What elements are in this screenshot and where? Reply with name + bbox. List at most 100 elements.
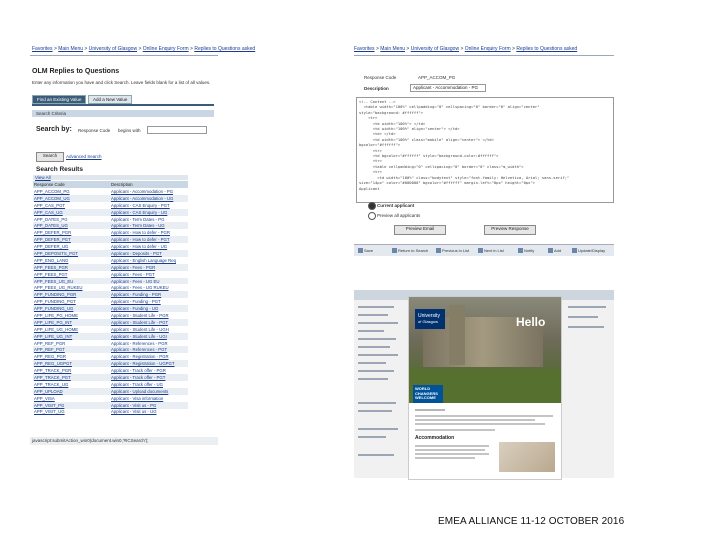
table-row[interactable]: APP_FEES_UG_RUKEU Applicant - Fees - UG R… [33, 284, 188, 291]
description-cell[interactable]: Applicant - How to defer - UG [110, 243, 188, 250]
description-cell[interactable]: Applicant - Fees - UG RUKEU [110, 284, 188, 291]
description-cell[interactable]: Applicant - Upload documents [110, 387, 188, 395]
description-cell[interactable]: Applicant - Student Life - UGI [110, 332, 188, 340]
description-cell[interactable]: Applicant - Term Dates - PG [110, 216, 188, 223]
table-row[interactable]: APP_DEFER_PGR Applicant - How to defer - … [33, 229, 188, 236]
table-row[interactable]: APP_TRACK_PGT Applicant - Track offer - P… [33, 374, 188, 381]
next-in-list-button[interactable]: Next in List [478, 248, 504, 254]
description-cell[interactable]: Applicant - Fees - PGT [110, 271, 188, 278]
response-code-cell[interactable]: APP_FEES_UG_RUKEU [33, 284, 110, 291]
response-code-cell[interactable]: APP_LIFE_PG_HOME [33, 312, 110, 319]
description-cell[interactable]: Applicant - Registration - UGPGT [110, 360, 188, 368]
table-row[interactable]: APP_DEFER_PGT Applicant - How to defer - … [33, 236, 188, 244]
breadcrumb-item[interactable]: University of Glasgow [411, 46, 459, 52]
table-row[interactable]: APP_VISIT_UG Applicant - Visit us - UG [33, 409, 188, 416]
description-cell[interactable]: Applicant - Funding - UG [110, 305, 188, 313]
table-row[interactable]: APP_LIFE_PG_INT Applicant - Student Life … [33, 318, 188, 326]
response-code-cell[interactable]: APP_DATES_PG [33, 216, 110, 223]
description-cell[interactable]: Applicant - English Language Req [110, 257, 188, 264]
table-row[interactable]: APP_DEPOSITS_PGT Applicant - Deposits - P… [33, 250, 188, 257]
response-code-cell[interactable]: APP_CAS_UG [33, 208, 110, 216]
breadcrumb-item[interactable]: Replies to Questions asked [516, 46, 577, 52]
response-code-cell[interactable]: APP_TRACK_PGR [33, 367, 110, 374]
description-cell[interactable]: Applicant - Funding - PGR [110, 291, 188, 299]
table-row[interactable]: APP_FUNDING_PGR Applicant - Funding - PGR [33, 291, 188, 299]
breadcrumb-item[interactable]: Online Enquiry Form [465, 46, 511, 52]
response-code-cell[interactable]: APP_UPLOAD [33, 387, 110, 395]
description-cell[interactable]: Applicant - How to defer - PGT [110, 236, 188, 244]
response-code-cell[interactable]: APP_FUNDING_UG [33, 305, 110, 313]
response-code-cell[interactable]: APP_LIFE_UG_INT [33, 332, 110, 340]
description-cell[interactable]: Applicant - Term Dates - UG [110, 222, 188, 230]
description-cell[interactable]: Applicant - Funding - PGT [110, 298, 188, 305]
response-code-cell[interactable]: APP_DEFER_UG [33, 243, 110, 250]
radio-preview-all[interactable] [368, 212, 376, 220]
description-cell[interactable]: Applicant - References - PGT [110, 346, 188, 354]
response-code-cell[interactable]: APP_VISIT_UG [33, 409, 110, 416]
advanced-search-link[interactable]: Advanced Search [66, 154, 102, 159]
operator-select[interactable]: begins with [118, 128, 141, 133]
table-row[interactable]: APP_DATES_PG Applicant - Term Dates - PG [33, 216, 188, 223]
table-row[interactable]: APP_DATES_UG Applicant - Term Dates - UG [33, 222, 188, 230]
breadcrumb-item[interactable]: Main Menu [58, 46, 83, 52]
table-row[interactable]: APP_UPLOAD Applicant - Upload documents [33, 387, 188, 395]
response-code-cell[interactable]: APP_LIFE_PG_INT [33, 318, 110, 326]
table-row[interactable]: APP_DEFER_UG Applicant - How to defer - U… [33, 243, 188, 250]
description-cell[interactable]: Applicant - CAS Enquiry - PGT [110, 202, 188, 209]
response-code-cell[interactable]: APP_TRACK_PGT [33, 374, 110, 381]
response-code-cell[interactable]: APP_FUNDING_PGR [33, 291, 110, 299]
table-row[interactable]: APP_REF_PGT Applicant - References - PGT [33, 346, 188, 354]
description-cell[interactable]: Applicant - Visit us - PG [110, 401, 188, 409]
description-cell[interactable]: Applicant - Visa information [110, 395, 188, 402]
response-code-cell[interactable]: APP_ACCOM_UG [33, 194, 110, 202]
breadcrumb-item[interactable]: Main Menu [380, 46, 405, 52]
response-code-cell[interactable]: APP_TRACK_UG [33, 381, 110, 388]
response-code-cell[interactable]: APP_FUNDING_PGT [33, 298, 110, 305]
description-cell[interactable]: Applicant - References - PGR [110, 340, 188, 347]
search-button[interactable]: Search [36, 152, 64, 162]
table-row[interactable]: APP_REF_PGR Applicant - References - PGR [33, 340, 188, 347]
response-code-cell[interactable]: APP_VISIT_PG [33, 401, 110, 409]
table-row[interactable]: APP_ENG_LANG Applicant - English Language… [33, 257, 188, 264]
table-row[interactable]: APP_CAS_UG Applicant - CAS Enquiry - UG [33, 208, 188, 216]
response-code-cell[interactable]: APP_FEES_PGT [33, 271, 110, 278]
breadcrumb-item[interactable]: Favorites [32, 46, 53, 52]
description-cell[interactable]: Applicant - Fees - PGR [110, 263, 188, 271]
table-row[interactable]: APP_FEES_UG_EU Applicant - Fees - UG EU [33, 277, 188, 285]
response-code-cell[interactable]: APP_FEES_PGR [33, 263, 110, 271]
description-cell[interactable]: Applicant - Student Life - PGR [110, 312, 188, 319]
column-header-response-code[interactable]: Response Code [33, 181, 110, 188]
response-code-cell[interactable]: APP_REG_UGPGT [33, 360, 110, 368]
html-editor[interactable]: <!-- Content --> <table width="100%" cel… [356, 97, 614, 203]
response-code-cell[interactable]: APP_REG_PGR [33, 353, 110, 360]
response-code-cell[interactable]: APP_LIFE_UG_HOME [33, 326, 110, 333]
notify-button[interactable]: Notify [518, 248, 534, 254]
search-input[interactable] [147, 126, 207, 134]
update-display-button[interactable]: Update/Display [572, 248, 605, 254]
description-cell[interactable]: Applicant - Student Life - PGT [110, 318, 188, 326]
breadcrumb-item[interactable]: Replies to Questions asked [194, 46, 255, 52]
add-button[interactable]: Add [548, 248, 561, 254]
description-cell[interactable]: Applicant - How to defer - PGR [110, 229, 188, 236]
description-cell[interactable]: Applicant - Track offer - PGR [110, 367, 188, 374]
description-cell[interactable]: Applicant - CAS Enquiry - UG [110, 208, 188, 216]
table-row[interactable]: APP_FEES_PGT Applicant - Fees - PGT [33, 271, 188, 278]
response-code-cell[interactable]: APP_ACCOM_PG [33, 188, 110, 195]
description-cell[interactable]: Applicant - Accommodation - UG [110, 194, 188, 202]
breadcrumb-item[interactable]: Online Enquiry Form [143, 46, 189, 52]
preview-email-button[interactable]: Preview Email [394, 225, 446, 235]
response-code-cell[interactable]: APP_DATES_UG [33, 222, 110, 230]
save-button[interactable]: Save [358, 248, 373, 254]
description-cell[interactable]: Applicant - Accommodation - PG [110, 188, 188, 195]
response-code-cell[interactable]: APP_DEPOSITS_PGT [33, 250, 110, 257]
table-row[interactable]: APP_REG_PGR Applicant - Registration - PG… [33, 353, 188, 360]
column-header-description[interactable]: Description [110, 181, 188, 188]
description-cell[interactable]: Applicant - Visit us - UG [110, 409, 188, 416]
table-row[interactable]: APP_FEES_PGR Applicant - Fees - PGR [33, 263, 188, 271]
response-code-cell[interactable]: APP_DEFER_PGT [33, 236, 110, 244]
table-row[interactable]: APP_ACCOM_PG Applicant - Accommodation - … [33, 188, 188, 195]
description-input[interactable]: Applicant - Accommodation - PG [410, 84, 486, 92]
response-code-cell[interactable]: APP_DEFER_PGR [33, 229, 110, 236]
preview-response-button[interactable]: Preview Response [484, 225, 536, 235]
description-cell[interactable]: Applicant - Registration - PGR [110, 353, 188, 360]
